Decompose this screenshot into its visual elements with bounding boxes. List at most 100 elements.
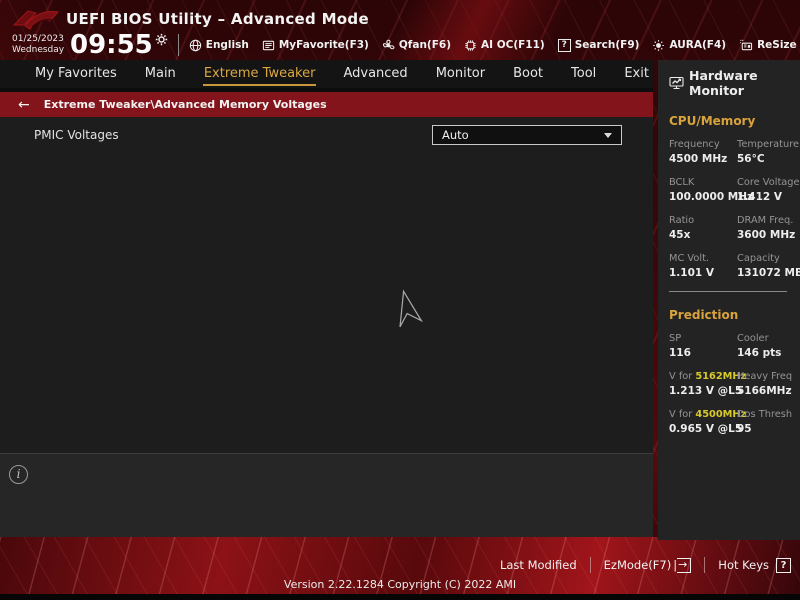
version-text: Version 2.22.1284 Copyright (C) 2022 AMI <box>283 578 517 591</box>
hm-value: 1.213 V @L5 <box>669 385 743 397</box>
hm-row-vfor5162-heavyfreq: V for 5162MHz 1.213 V @L5 Heavy Freq 516… <box>669 371 800 397</box>
hm-value: 146 pts <box>737 347 782 359</box>
menu-tabbar: My Favorites Main Extreme Tweaker Advanc… <box>0 60 653 88</box>
dropdown-value: Auto <box>442 128 469 142</box>
tab-extreme-tweaker[interactable]: Extreme Tweaker <box>203 62 317 86</box>
globe-icon <box>189 39 202 52</box>
cpu-chip-icon <box>464 39 477 52</box>
hm-label: V for 4500MHz <box>669 409 747 420</box>
resize-bar-icon <box>739 39 753 52</box>
main-column: My Favorites Main Extreme Tweaker Advanc… <box>0 60 653 537</box>
info-icon: i <box>9 465 28 484</box>
hardware-monitor-panel: Hardware Monitor CPU/Memory Frequency 45… <box>658 60 800 540</box>
tab-exit[interactable]: Exit <box>623 62 650 86</box>
hm-label: SP <box>669 333 682 344</box>
chevron-down-icon <box>604 132 612 138</box>
monitor-icon <box>669 76 684 90</box>
pmic-voltages-row: PMIC Voltages Auto <box>34 125 622 145</box>
favorite-list-icon <box>262 39 275 52</box>
hm-label: V for 5162MHz <box>669 371 747 382</box>
toolbar-label: AI OC(F11) <box>481 39 545 51</box>
tab-monitor[interactable]: Monitor <box>435 62 486 86</box>
footer-divider <box>589 557 591 573</box>
prediction-heading: Prediction <box>669 308 739 322</box>
toolbar-label: Qfan(F6) <box>398 39 451 51</box>
footer-bar: Last Modified EzMode(F7) | → Hot Keys ? <box>500 553 791 577</box>
hm-value: 0.965 V @L5 <box>669 423 743 435</box>
hm-value: 100.0000 MHz <box>669 191 754 203</box>
hm-row-mcvolt-capacity: MC Volt. 1.101 V Capacity 131072 MB <box>669 253 800 279</box>
hm-value: 131072 MB <box>737 267 800 279</box>
tab-main[interactable]: Main <box>144 62 177 86</box>
hm-label: Temperature <box>737 139 800 150</box>
hm-label: Core Voltage <box>737 177 800 188</box>
date-block[interactable]: 01/25/2023 Wednesday <box>12 34 66 56</box>
settings-panel: PMIC Voltages Auto <box>0 117 653 453</box>
hm-label: BCLK <box>669 177 695 188</box>
hardware-monitor-header: Hardware Monitor <box>669 68 800 98</box>
toolbar-myfavorite[interactable]: MyFavorite(F3) <box>262 39 369 52</box>
search-icon: ? <box>557 38 571 52</box>
ezmode-button[interactable]: EzMode(F7) | → <box>603 557 692 573</box>
sidebar-divider <box>669 291 787 292</box>
toolbar-label: AURA(F4) <box>669 39 727 51</box>
ezmode-arrow-icon: → <box>677 557 692 573</box>
hm-value: 3600 MHz <box>737 229 796 241</box>
pmic-voltages-dropdown[interactable]: Auto <box>432 125 622 145</box>
hot-keys-button[interactable]: Hot Keys ? <box>718 557 791 573</box>
hardware-monitor-title: Hardware Monitor <box>689 68 758 98</box>
weekday-text: Wednesday <box>12 45 65 55</box>
hm-value: 1.101 V <box>669 267 714 279</box>
breadcrumb-path: Extreme Tweaker\Advanced Memory Voltages <box>43 98 327 111</box>
toolbar-language[interactable]: English <box>189 39 249 52</box>
hot-keys-label: Hot Keys <box>718 558 769 572</box>
breadcrumb: ← Extreme Tweaker\Advanced Memory Voltag… <box>0 92 653 117</box>
hm-row-sp-cooler: SP 116 Cooler 146 pts <box>669 333 800 359</box>
toolbar-resize-bar[interactable]: ReSize BAR <box>739 39 800 52</box>
tab-tool[interactable]: Tool <box>570 62 597 86</box>
hm-value: 45x <box>669 229 691 241</box>
toolbar-label: ReSize BAR <box>757 39 800 51</box>
toolbar-qfan[interactable]: Qfan(F6) <box>382 39 451 52</box>
hm-label: Dos Thresh <box>737 409 793 420</box>
app-title: UEFI BIOS Utility – Advanced Mode <box>66 10 369 28</box>
clock-row: 01/25/2023 Wednesday 09:55 English MyFav… <box>12 30 800 60</box>
hm-value: 116 <box>669 347 691 359</box>
hm-row-ratio-dramfreq: Ratio 45x DRAM Freq. 3600 MHz <box>669 215 800 241</box>
question-mark-icon: ? <box>776 557 791 573</box>
toolbar-aura[interactable]: AURA(F4) <box>652 39 726 52</box>
hm-value: 95 <box>737 423 752 435</box>
back-arrow-icon[interactable]: ← <box>18 97 30 113</box>
pmic-voltages-label: PMIC Voltages <box>34 128 119 142</box>
mouse-cursor <box>392 289 424 331</box>
hm-label: Ratio <box>669 215 695 226</box>
rog-logo <box>12 3 60 33</box>
aura-light-icon <box>652 39 665 52</box>
gear-icon[interactable] <box>155 33 168 46</box>
hm-row-frequency-temperature: Frequency 4500 MHz Temperature 56°C <box>669 139 800 165</box>
header-toolbar: English MyFavorite(F3) Qfan(F6) AI OC(F1… <box>189 38 800 52</box>
toolbar-label: MyFavorite(F3) <box>278 39 369 51</box>
last-modified-button[interactable]: Last Modified <box>500 558 577 572</box>
tab-boot[interactable]: Boot <box>512 62 544 86</box>
hm-row-bclk-corevoltage: BCLK 100.0000 MHz Core Voltage 1.412 V <box>669 177 800 203</box>
help-info-panel: i <box>0 454 653 537</box>
hm-value: 5166MHz <box>737 385 792 397</box>
hm-label: Frequency <box>669 139 720 150</box>
hm-row-vfor4500-dosthresh: V for 4500MHz 0.965 V @L5 Dos Thresh 95 <box>669 409 800 435</box>
toolbar-ai-oc[interactable]: AI OC(F11) <box>464 39 545 52</box>
clock-time[interactable]: 09:55 <box>70 32 153 58</box>
hm-value: 4500 MHz <box>669 153 728 165</box>
hm-label: DRAM Freq. <box>737 215 794 226</box>
hm-value: 56°C <box>737 153 765 165</box>
hm-value: 1.412 V <box>737 191 782 203</box>
bottom-edge-strip <box>0 594 800 600</box>
ezmode-label: EzMode(F7) <box>603 558 672 572</box>
toolbar-search[interactable]: ? Search(F9) <box>557 38 640 52</box>
toolbar-label: English <box>205 39 249 51</box>
fan-icon <box>382 39 395 52</box>
tab-my-favorites[interactable]: My Favorites <box>34 62 118 86</box>
toolbar-label: Search(F9) <box>574 39 640 51</box>
tab-advanced[interactable]: Advanced <box>342 62 408 86</box>
hm-label: Heavy Freq <box>737 371 793 382</box>
